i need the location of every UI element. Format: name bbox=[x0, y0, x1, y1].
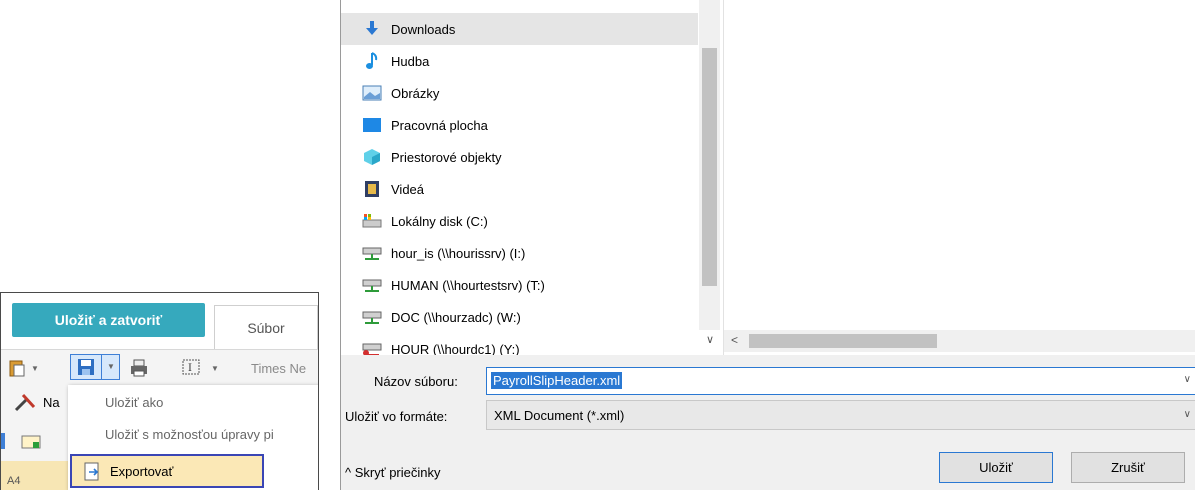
nav-item[interactable]: Lokálny disk (C:) bbox=[341, 205, 698, 237]
navigation-pane: Downloads Hudba Obrázky Pracovná plocha Prie… bbox=[341, 0, 722, 355]
nav-item-label: Downloads bbox=[391, 21, 456, 37]
pictures-icon bbox=[361, 83, 383, 103]
nav-item-label: HUMAN (\\hourtestsrv) (T:) bbox=[391, 277, 545, 293]
horizontal-scrollbar[interactable]: < bbox=[724, 330, 1195, 352]
toolbar: ▼ ▼ I ▼ Times Ne bbox=[1, 349, 318, 386]
filename-label: Názov súboru: bbox=[374, 374, 458, 389]
nav-item[interactable]: Obrázky bbox=[341, 77, 698, 109]
menu-item-save-with-edit[interactable]: Uložiť s možnosťou úpravy pi bbox=[105, 427, 274, 442]
download-arrow-icon bbox=[361, 19, 383, 39]
network-drive-icon bbox=[361, 307, 383, 327]
nav-vertical-scrollbar[interactable] bbox=[699, 0, 720, 330]
file-list-pane[interactable]: < bbox=[723, 0, 1195, 355]
save-dropdown-arrow-icon[interactable]: ▼ bbox=[107, 362, 115, 371]
nav-item[interactable]: Videá bbox=[341, 173, 698, 205]
scroll-left-chevron-icon[interactable]: < bbox=[731, 333, 738, 347]
filetype-select[interactable]: XML Document (*.xml) ∨ bbox=[486, 400, 1195, 430]
hide-folders-label: Skryť priečinky bbox=[354, 465, 441, 480]
nav-item-label: Pracovná plocha bbox=[391, 117, 488, 133]
filetype-value: XML Document (*.xml) bbox=[494, 408, 625, 423]
filename-input[interactable]: PayrollSlipHeader.xml ∨ bbox=[486, 367, 1195, 395]
nav-item-label: Videá bbox=[391, 181, 425, 197]
menu-item-save-as[interactable]: Uložiť ako bbox=[105, 395, 163, 410]
row3-divider-icon bbox=[1, 433, 5, 449]
nav-item[interactable]: HUMAN (\\hourtestsrv) (T:) bbox=[341, 269, 698, 301]
menu-item-export-label: Exportovať bbox=[110, 464, 174, 479]
cancel-button[interactable]: Zrušiť bbox=[1071, 452, 1185, 483]
nav-item-label: Obrázky bbox=[391, 85, 440, 101]
tools-icon[interactable] bbox=[14, 393, 36, 413]
save-dropdown-menu: Uložiť ako Uložiť s možnosťou úpravy pi … bbox=[68, 385, 318, 490]
filename-value[interactable]: PayrollSlipHeader.xml bbox=[491, 372, 623, 389]
save-split-button[interactable]: ▼ bbox=[70, 354, 120, 380]
filename-dropdown-chevron-icon[interactable]: ∨ bbox=[1184, 374, 1191, 385]
nav-item[interactable]: hour_is (\\hourissrv) (I:) bbox=[341, 237, 698, 269]
save-as-dialog: Downloads Hudba Obrázky Pracovná plocha Prie… bbox=[340, 0, 1195, 490]
hide-folders-toggle[interactable]: ^ Skryť priečinky bbox=[345, 465, 441, 480]
nav-item[interactable]: Hudba bbox=[341, 45, 698, 77]
tab-file[interactable]: Súbor bbox=[214, 305, 318, 349]
nav-item-label: hour_is (\\hourissrv) (I:) bbox=[391, 245, 526, 261]
svg-text:I: I bbox=[188, 363, 192, 374]
network-drive-disconnected-icon bbox=[361, 339, 383, 355]
dialog-footer: Názov súboru: PayrollSlipHeader.xml ∨ Ul… bbox=[341, 355, 1195, 490]
menu-item-export[interactable]: Exportovať bbox=[70, 454, 264, 488]
network-drive-icon bbox=[361, 275, 383, 295]
nav-item[interactable]: DOC (\\hourzadc) (W:) bbox=[341, 301, 698, 333]
music-note-icon bbox=[361, 51, 383, 71]
collapse-chevron-icon: ^ bbox=[345, 465, 355, 480]
editor-window: Uložiť a zatvoriť Súbor ▼ ▼ I ▼ Times Ne… bbox=[0, 292, 319, 490]
nav-item-label: Priestorové objekty bbox=[391, 149, 502, 165]
nav-item-label: DOC (\\hourzadc) (W:) bbox=[391, 309, 521, 325]
nav-item-label: HOUR (\\hourdc1) (Y:) bbox=[391, 341, 520, 356]
nav-item-label: Hudba bbox=[391, 53, 430, 69]
paste-icon[interactable] bbox=[9, 359, 25, 377]
scroll-down-chevron-icon[interactable]: ∨ bbox=[706, 333, 714, 346]
save-disk-icon[interactable] bbox=[77, 358, 95, 376]
nav-item[interactable]: Downloads bbox=[341, 13, 698, 45]
3d-objects-icon bbox=[361, 147, 383, 167]
horizontal-scroll-thumb[interactable] bbox=[749, 334, 937, 348]
videos-icon bbox=[361, 179, 383, 199]
row2-label: Na bbox=[43, 395, 60, 410]
nav-scroll-thumb[interactable] bbox=[702, 48, 717, 286]
text-field-icon[interactable]: I bbox=[182, 358, 200, 376]
export-icon bbox=[83, 462, 101, 482]
nav-item[interactable]: HOUR (\\hourdc1) (Y:) bbox=[341, 333, 698, 355]
font-name-field[interactable]: Times Ne bbox=[251, 361, 306, 376]
page-size-label: A4 bbox=[7, 475, 21, 487]
save-and-close-button[interactable]: Uložiť a zatvoriť bbox=[12, 303, 205, 337]
paste-dropdown-arrow-icon[interactable]: ▼ bbox=[31, 364, 39, 373]
filetype-dropdown-chevron-icon[interactable]: ∨ bbox=[1184, 409, 1191, 420]
text-field-dropdown-arrow-icon[interactable]: ▼ bbox=[211, 364, 219, 373]
nav-item-label: Lokálny disk (C:) bbox=[391, 213, 488, 229]
local-disk-icon bbox=[361, 211, 383, 231]
filetype-label: Uložiť vo formáte: bbox=[345, 409, 448, 424]
nav-item[interactable]: Priestorové objekty bbox=[341, 141, 698, 173]
insert-frame-icon[interactable] bbox=[21, 435, 41, 449]
desktop-icon bbox=[361, 115, 383, 135]
nav-item[interactable]: Pracovná plocha bbox=[341, 109, 698, 141]
printer-icon[interactable] bbox=[129, 358, 149, 378]
network-drive-icon bbox=[361, 243, 383, 263]
save-button[interactable]: Uložiť bbox=[939, 452, 1053, 483]
